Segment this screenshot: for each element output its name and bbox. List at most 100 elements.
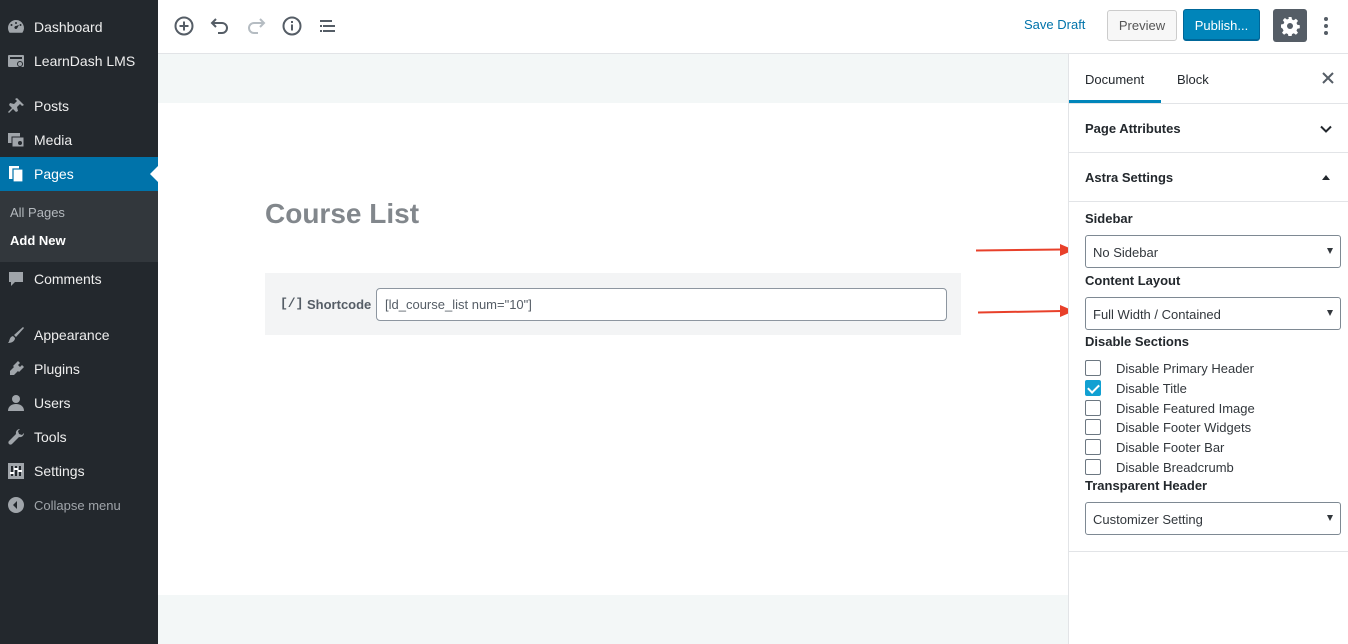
collapse-arrow-icon [6, 495, 26, 515]
sliders-icon [6, 461, 26, 481]
checkbox-label: Disable Title [1116, 381, 1187, 396]
more-options-icon[interactable] [1318, 14, 1334, 38]
plug-icon [6, 359, 26, 379]
checkbox-label: Disable Breadcrumb [1116, 460, 1234, 475]
outline-icon[interactable] [316, 14, 340, 38]
content-layout-select[interactable]: Full Width / Contained [1085, 297, 1341, 330]
sidebar-select-value: No Sidebar [1093, 245, 1159, 260]
checkbox-label: Disable Featured Image [1116, 401, 1255, 416]
menu-label: Dashboard [34, 19, 103, 35]
settings-toggle-button[interactable] [1273, 9, 1307, 42]
menu-label: LearnDash LMS [34, 53, 136, 69]
checkbox-disable-title[interactable]: Disable Title [1085, 379, 1335, 397]
brush-icon [6, 325, 26, 345]
menu-label: Comments [34, 271, 102, 287]
checkbox[interactable] [1085, 419, 1101, 435]
select-arrow-icon [1327, 248, 1333, 254]
checkbox-disable-breadcrumb[interactable]: Disable Breadcrumb [1085, 458, 1335, 476]
transparent-header-label: Transparent Header [1085, 478, 1208, 493]
sidebar-select[interactable]: No Sidebar [1085, 235, 1341, 268]
menu-label: Tools [34, 429, 67, 445]
select-arrow-icon [1327, 515, 1333, 521]
transparent-header-select[interactable]: Customizer Setting [1085, 502, 1341, 535]
menu-label: Posts [34, 98, 70, 114]
checkbox[interactable] [1085, 400, 1101, 416]
gear-icon [1281, 16, 1300, 36]
checkbox[interactable] [1085, 360, 1101, 376]
menu-item-plugins[interactable]: Plugins [0, 352, 158, 386]
checkbox-label: Disable Footer Widgets [1116, 420, 1252, 435]
preview-button[interactable]: Preview [1107, 10, 1177, 41]
publish-button[interactable]: Publish... [1183, 9, 1260, 41]
menu-item-learndash[interactable]: LearnDash LMS [0, 44, 158, 78]
astra-settings-title: Astra Settings [1085, 170, 1174, 185]
menu-item-tools[interactable]: Tools [0, 420, 158, 454]
checkbox[interactable] [1085, 459, 1101, 475]
settings-sidebar: Document Block Page Attributes Astra Set… [1068, 54, 1348, 644]
pages-submenu: All Pages Add New [0, 191, 158, 262]
add-block-icon[interactable] [172, 14, 196, 38]
shortcode-icon: [/] [280, 296, 304, 311]
section-divider [1069, 551, 1348, 552]
checkbox-disable-featured-image[interactable]: Disable Featured Image [1085, 399, 1335, 417]
checkbox-label: Disable Footer Bar [1116, 440, 1225, 455]
pin-icon [6, 96, 26, 116]
menu-item-pages[interactable]: Pages [0, 157, 158, 191]
page-attributes-title: Page Attributes [1085, 121, 1181, 136]
editor-canvas [158, 103, 1068, 595]
menu-item-posts[interactable]: Posts [0, 89, 158, 123]
menu-label: Users [34, 395, 71, 411]
close-icon[interactable] [1320, 70, 1336, 86]
checkbox[interactable] [1085, 439, 1101, 455]
shortcode-block[interactable]: [/] Shortcode [265, 273, 961, 335]
pages-icon [6, 164, 26, 184]
transparent-header-select-value: Customizer Setting [1093, 512, 1203, 527]
menu-item-appearance[interactable]: Appearance [0, 318, 158, 352]
menu-label: Settings [34, 463, 85, 479]
disable-sections-label: Disable Sections [1085, 334, 1190, 349]
collapse-menu-label: Collapse menu [34, 497, 121, 513]
user-icon [6, 393, 26, 413]
caret-up-icon [1317, 169, 1335, 187]
shortcode-label: Shortcode [307, 297, 372, 312]
menu-item-dashboard[interactable]: Dashboard [0, 10, 158, 44]
menu-label: Pages [34, 166, 74, 182]
sidebar-label: Sidebar [1085, 211, 1133, 226]
menu-item-users[interactable]: Users [0, 386, 158, 420]
astra-settings-header[interactable]: Astra Settings [1069, 153, 1348, 202]
page-attributes-header[interactable]: Page Attributes [1069, 104, 1348, 153]
checkbox-disable-footer-widgets[interactable]: Disable Footer Widgets [1085, 418, 1335, 436]
save-draft-button[interactable]: Save Draft [1024, 17, 1085, 32]
collapse-menu-button[interactable]: Collapse menu [0, 488, 158, 522]
chevron-down-icon [1317, 120, 1335, 138]
annotation-arrow-sidebar [976, 244, 1074, 256]
checkbox-label: Disable Primary Header [1116, 361, 1254, 376]
checkbox-disable-primary-header[interactable]: Disable Primary Header [1085, 359, 1335, 377]
post-title[interactable]: Course List [265, 198, 419, 230]
submenu-add-new[interactable]: Add New [10, 233, 66, 248]
info-icon[interactable] [280, 14, 304, 38]
redo-icon[interactable] [244, 14, 268, 38]
submenu-all-pages[interactable]: All Pages [10, 205, 65, 220]
active-tab-indicator [1069, 100, 1161, 103]
tab-block[interactable]: Block [1177, 72, 1209, 87]
sidebar-tabs: Document Block [1069, 54, 1348, 104]
menu-label: Media [34, 132, 73, 148]
menu-label: Appearance [34, 327, 110, 343]
tab-document[interactable]: Document [1085, 72, 1144, 87]
menu-item-media[interactable]: Media [0, 123, 158, 157]
menu-item-settings[interactable]: Settings [0, 454, 158, 488]
content-layout-select-value: Full Width / Contained [1093, 307, 1221, 322]
annotation-arrow-content-layout [977, 305, 1074, 317]
menu-item-comments[interactable]: Comments [0, 262, 158, 296]
menu-label: Plugins [34, 361, 80, 377]
checkbox-disable-footer-bar[interactable]: Disable Footer Bar [1085, 438, 1335, 456]
shortcode-input[interactable] [376, 288, 947, 321]
undo-icon[interactable] [208, 14, 232, 38]
comment-icon [6, 269, 26, 289]
admin-menu: Dashboard LearnDash LMS Posts Media Page… [0, 0, 158, 644]
dashboard-icon [6, 17, 26, 37]
select-arrow-icon [1327, 310, 1333, 316]
editor-toolbar: Save Draft Preview Publish... [158, 0, 1348, 54]
checkbox-checked[interactable] [1085, 380, 1101, 396]
